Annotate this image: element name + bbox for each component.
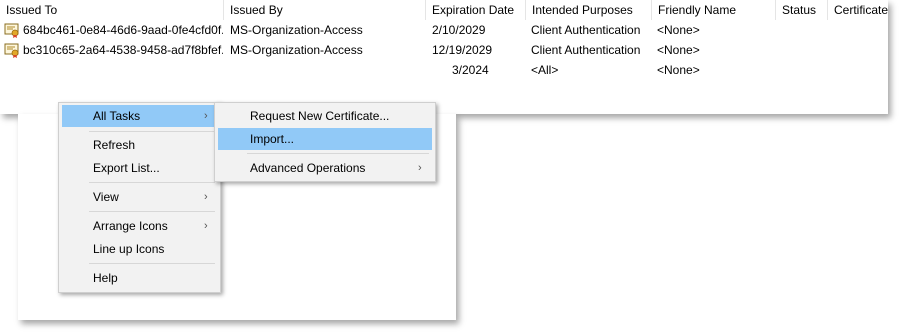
menu-separator	[89, 131, 215, 132]
certificate-list: Issued To Issued By Expiration Date Inte…	[0, 0, 888, 114]
cell-status	[782, 60, 826, 80]
cell-status	[782, 20, 826, 40]
cell-intended-purposes: Client Authentication	[531, 43, 641, 57]
cell-issued-by	[230, 60, 424, 80]
menu-item-label: View	[93, 190, 119, 204]
menu-separator	[89, 211, 215, 212]
menu-item-label: Advanced Operations	[250, 161, 366, 175]
menu-item-advanced-operations[interactable]: Advanced Operations ›	[218, 157, 432, 179]
cell-issued-by: MS-Organization-Access	[230, 43, 363, 57]
cell-expiration-date: 12/19/2029	[432, 43, 493, 57]
menu-item-help[interactable]: Help	[62, 267, 217, 289]
column-status[interactable]: Status	[776, 0, 828, 20]
cell-issued-to: 684bc461-0e84-46d6-9aad-0fe4cfd0f...	[23, 23, 223, 37]
menu-separator	[247, 153, 429, 154]
certificate-icon	[4, 23, 19, 38]
cell-friendly-name: <None>	[657, 43, 700, 57]
column-friendly-name[interactable]: Friendly Name	[652, 0, 776, 20]
menu-item-import[interactable]: Import...	[218, 128, 432, 150]
context-menu: All Tasks › Refresh Export List... View …	[58, 102, 221, 293]
menu-item-label: Refresh	[93, 138, 136, 152]
column-expiration-date[interactable]: Expiration Date	[426, 0, 526, 20]
table-row[interactable]: 684bc461-0e84-46d6-9aad-0fe4cfd0f... MS-…	[0, 20, 888, 40]
cell-issued-to: bc310c65-2a64-4538-9458-ad7f8bfef...	[23, 43, 223, 57]
menu-item-all-tasks[interactable]: All Tasks ›	[62, 105, 217, 127]
table-row[interactable]: 3/2024 <All> <None>	[0, 60, 888, 80]
menu-item-request-new-certificate[interactable]: Request New Certificate...	[218, 105, 432, 127]
menu-separator	[89, 182, 215, 183]
menu-item-label: Line up Icons	[93, 242, 165, 256]
chevron-right-icon: ›	[204, 191, 208, 203]
cell-expiration-date: 2/10/2029	[432, 23, 486, 37]
cell-status	[782, 40, 826, 60]
certificate-icon	[4, 43, 19, 58]
menu-item-line-up-icons[interactable]: Line up Icons	[62, 238, 217, 260]
menu-item-arrange-icons[interactable]: Arrange Icons ›	[62, 215, 217, 237]
column-issued-by[interactable]: Issued By	[224, 0, 426, 20]
cell-intended-purposes: <All>	[531, 63, 559, 77]
all-tasks-submenu: Request New Certificate... Import... Adv…	[214, 102, 436, 182]
column-certificate[interactable]: Certificate	[828, 0, 888, 20]
menu-item-label: Help	[93, 271, 118, 285]
menu-item-label: Arrange Icons	[93, 219, 168, 233]
menu-item-label: Export List...	[93, 161, 160, 175]
menu-item-view[interactable]: View ›	[62, 186, 217, 208]
menu-separator	[89, 263, 215, 264]
cell-issued-by: MS-Organization-Access	[230, 23, 363, 37]
cell-intended-purposes: Client Authentication	[531, 23, 641, 37]
menu-item-export-list[interactable]: Export List...	[62, 157, 217, 179]
menu-item-refresh[interactable]: Refresh	[62, 134, 217, 156]
cell-issued-to	[23, 60, 223, 80]
chevron-right-icon: ›	[204, 110, 208, 122]
cell-friendly-name: <None>	[657, 63, 700, 77]
menu-item-label: All Tasks	[93, 109, 141, 123]
menu-item-label: Import...	[250, 132, 295, 146]
menu-item-label: Request New Certificate...	[250, 109, 390, 123]
column-intended-purposes[interactable]: Intended Purposes	[526, 0, 652, 20]
table-row[interactable]: bc310c65-2a64-4538-9458-ad7f8bfef... MS-…	[0, 40, 888, 60]
list-header: Issued To Issued By Expiration Date Inte…	[0, 0, 888, 20]
cell-friendly-name: <None>	[657, 23, 700, 37]
cell-expiration-date: 3/2024	[452, 63, 489, 77]
chevron-right-icon: ›	[418, 162, 422, 174]
chevron-right-icon: ›	[204, 220, 208, 232]
column-issued-to[interactable]: Issued To	[0, 0, 224, 20]
